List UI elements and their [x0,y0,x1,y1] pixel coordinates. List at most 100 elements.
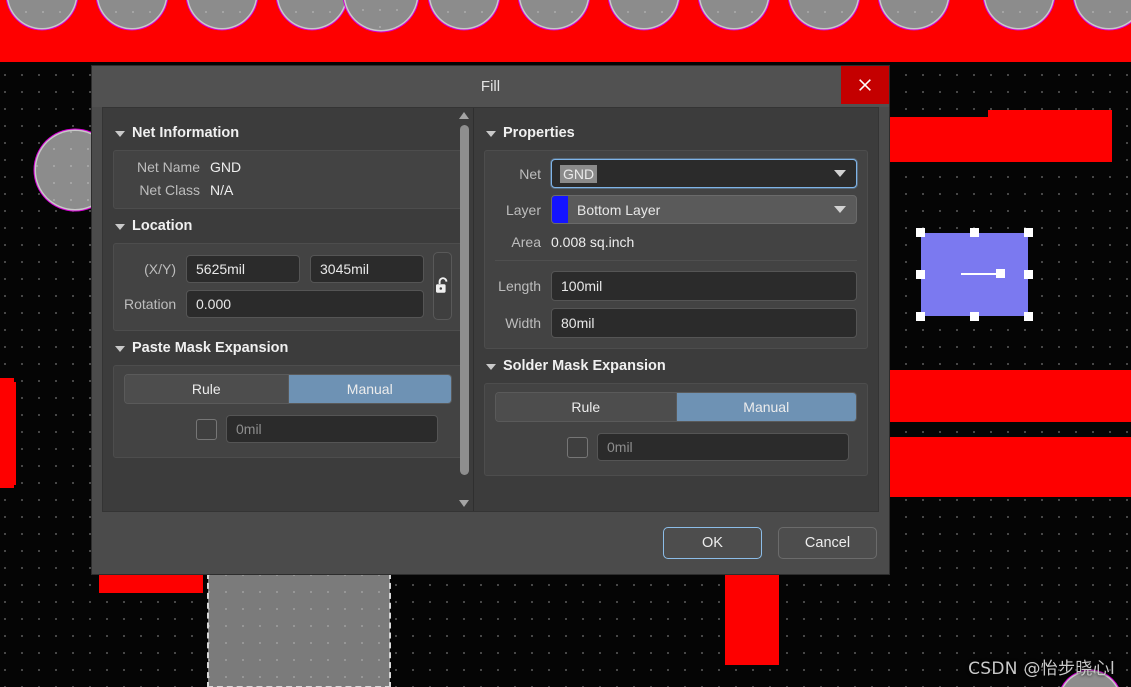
paste-mask-rule-option[interactable]: Rule [125,375,288,403]
section-title: Location [132,218,193,234]
selected-fill-object[interactable] [916,228,1033,321]
chevron-down-icon [834,206,846,213]
width-input[interactable] [551,308,857,338]
solder-mask-mode-toggle: Rule Manual [495,392,857,422]
width-label: Width [505,315,541,331]
dialog-footer: OK Cancel [92,512,889,574]
chevron-down-icon [486,131,496,137]
length-label: Length [498,278,541,294]
scrollbar-thumb[interactable] [460,125,469,475]
paste-mask-expansion-checkbox[interactable] [196,418,217,440]
area-row: Area 0.008 sq.inch [495,234,857,250]
rotation-label: Rotation [124,295,177,312]
dialog-title: Fill [480,78,501,95]
x-coordinate-input[interactable] [186,254,300,283]
cancel-button[interactable]: Cancel [778,527,877,559]
area-value: 0.008 sq.inch [551,234,635,250]
net-dropdown[interactable]: GND [551,159,857,188]
chevron-down-icon [115,131,125,137]
resize-handle-n[interactable] [970,228,979,237]
dialog-body: Net Information Net Name GND Net Class N… [102,107,879,512]
net-class-label: Net Class [139,182,200,198]
solder-mask-rule-option[interactable]: Rule [496,393,676,421]
section-body-net-information: Net Name GND Net Class N/A [113,150,463,209]
net-name-row: Net Name GND [124,159,452,175]
net-name-label: Net Name [136,159,200,175]
section-header-paste-mask-expansion[interactable]: Paste Mask Expansion [113,331,463,365]
left-pane-scrollbar[interactable] [457,112,471,507]
screen: CSDN @怡步晓心l Fill Net Information Net Nam… [0,0,1131,687]
resize-handle-nw[interactable] [916,228,925,237]
layer-row: Layer Bottom Layer [495,195,857,224]
section-body-solder-mask-expansion: Rule Manual [484,383,868,476]
keepout-region [207,573,391,687]
net-dropdown-value: GND [560,164,598,183]
right-pane: Properties Net GND Layer Bottom Layer Ar… [474,108,878,511]
unlocked-padlock-icon[interactable] [433,252,452,320]
net-class-value: N/A [210,182,234,198]
copper-pour-right-1 [884,370,1131,422]
length-row: Length [495,271,857,301]
paste-mask-expansion-row [124,415,452,443]
solder-mask-manual-option[interactable]: Manual [675,393,856,421]
copper-trace-right-2 [988,110,1112,155]
layer-dropdown-value: Bottom Layer [577,201,661,218]
close-icon[interactable] [841,66,889,104]
width-row: Width [495,308,857,338]
section-header-net-information[interactable]: Net Information [113,116,463,150]
ok-button[interactable]: OK [663,527,762,559]
resize-handle-sw[interactable] [916,312,925,321]
section-body-properties: Net GND Layer Bottom Layer Area 0.008 sq… [484,150,868,349]
paste-mask-manual-option[interactable]: Manual [287,375,451,403]
length-input[interactable] [551,271,857,301]
rotation-input[interactable] [186,289,424,318]
section-header-properties[interactable]: Properties [484,116,868,150]
scroll-down-arrow-icon[interactable] [459,500,469,507]
solder-mask-expansion-input[interactable] [597,433,849,461]
xy-row: (X/Y) [124,254,424,283]
section-header-location[interactable]: Location [113,209,463,243]
chevron-down-icon [115,224,125,230]
rotation-arm [961,273,1001,275]
chevron-down-icon [834,170,846,177]
scroll-up-arrow-icon[interactable] [459,112,469,119]
paste-mask-expansion-input[interactable] [226,415,438,443]
fill-properties-dialog: Fill Net Information Net Name GND Net Cl… [92,66,889,574]
net-row: Net GND [495,159,857,188]
net-label: Net [519,165,541,182]
watermark: CSDN @怡步晓心l [968,659,1115,679]
chevron-down-icon [486,364,496,370]
layer-color-swatch [552,196,568,223]
paste-mask-mode-toggle: Rule Manual [124,374,452,404]
net-class-row: Net Class N/A [124,182,452,198]
resize-handle-w[interactable] [916,270,925,279]
copper-bar-bottom-left [99,573,203,593]
section-body-paste-mask-expansion: Rule Manual [113,365,463,458]
section-header-solder-mask-expansion[interactable]: Solder Mask Expansion [484,349,868,383]
rotation-handle[interactable] [996,269,1005,278]
copper-trace-left-2 [0,378,14,488]
solder-mask-expansion-row [495,433,857,461]
resize-handle-se[interactable] [1024,312,1033,321]
copper-bar-bottom-right [725,573,779,665]
area-label: Area [511,234,541,250]
layer-dropdown[interactable]: Bottom Layer [551,195,857,224]
layer-label: Layer [505,201,541,218]
net-name-value: GND [210,159,242,175]
chevron-down-icon [115,346,125,352]
section-title: Paste Mask Expansion [132,340,289,356]
resize-handle-s[interactable] [970,312,979,321]
solder-mask-expansion-checkbox[interactable] [567,436,588,458]
section-title: Solder Mask Expansion [503,358,666,374]
section-title: Properties [503,125,575,141]
rotation-row: Rotation [124,289,424,318]
section-title: Net Information [132,125,240,141]
dialog-titlebar[interactable]: Fill [92,66,889,107]
copper-pour-right-2 [884,437,1131,497]
resize-handle-e[interactable] [1024,270,1033,279]
y-coordinate-input[interactable] [310,254,424,283]
section-body-location: (X/Y) Rotation [113,243,463,331]
left-pane: Net Information Net Name GND Net Class N… [103,108,474,511]
resize-handle-ne[interactable] [1024,228,1033,237]
xy-label: (X/Y) [144,260,176,277]
